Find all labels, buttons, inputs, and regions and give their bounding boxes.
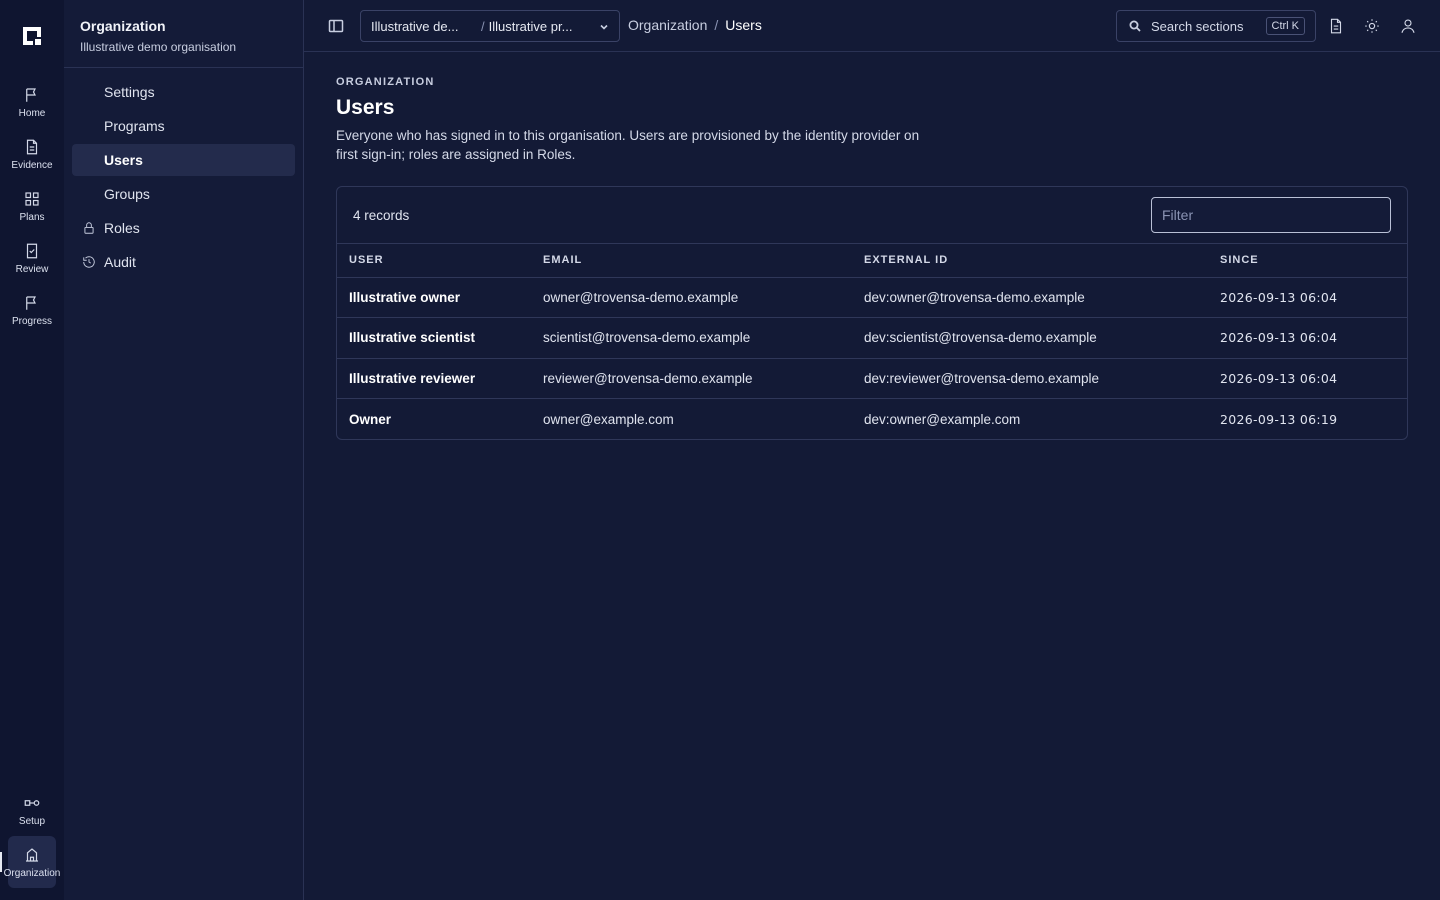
table-row[interactable]: Illustrative owner owner@trovensa-demo.e… — [337, 277, 1407, 318]
sidebar-subtitle: Illustrative demo organisation — [80, 40, 237, 54]
sidebar-item-label: Users — [104, 152, 143, 168]
document-icon — [1330, 18, 1342, 34]
grid-icon — [25, 191, 39, 206]
table-row[interactable]: Illustrative reviewer reviewer@trovensa-… — [337, 358, 1407, 399]
since-cell: 2026-09-13 06:19 — [1220, 411, 1338, 427]
sidebar-item-label: Settings — [104, 84, 155, 100]
sidebar-item-roles[interactable]: Roles — [72, 212, 295, 244]
email-cell: owner@trovensa-demo.example — [531, 277, 852, 318]
main-content: ORGANIZATION Users Everyone who has sign… — [336, 76, 1408, 440]
sidebar-item-label: Audit — [104, 254, 136, 270]
document-icon — [26, 139, 38, 154]
rail-item-label: Evidence — [11, 159, 53, 171]
users-table-card: 4 records USER EMAIL EXTERNAL ID SINCE I… — [336, 186, 1408, 440]
sidebar-item-users[interactable]: Users — [72, 144, 295, 176]
section-sidebar: Organization Illustrative demo organisat… — [64, 0, 304, 900]
breadcrumb-separator: / — [714, 17, 719, 33]
rail-item-plans[interactable]: Plans — [4, 180, 60, 232]
email-cell: owner@example.com — [543, 411, 674, 427]
sidebar-list: Settings Programs Users Groups Roles Aud… — [64, 68, 303, 288]
since-cell: 2026-09-13 06:04 — [1208, 358, 1407, 399]
record-count: 4 records — [353, 207, 410, 223]
account-button[interactable] — [1399, 17, 1417, 35]
sidebar-item-label: Roles — [104, 220, 140, 236]
users-table: USER EMAIL EXTERNAL ID SINCE Illustrativ… — [337, 244, 1407, 439]
filter-input[interactable] — [1151, 197, 1391, 233]
rail-item-label: Organization — [3, 867, 61, 879]
sun-icon — [1365, 19, 1379, 33]
rail-item-label: Review — [15, 263, 49, 275]
search-icon — [1129, 20, 1141, 32]
chevron-down-icon — [600, 24, 608, 30]
user-cell: Illustrative reviewer — [337, 358, 531, 399]
sidebar-item-audit[interactable]: Audit — [72, 246, 295, 278]
breadcrumb: Organization / Users — [628, 17, 762, 33]
setup-icon — [24, 799, 40, 806]
column-header-user[interactable]: USER — [337, 244, 531, 278]
sidebar-item-settings[interactable]: Settings — [72, 76, 295, 108]
sidebar-item-programs[interactable]: Programs — [72, 110, 295, 142]
rail-item-setup[interactable]: Setup — [4, 784, 60, 836]
icon-rail: Home Evidence Plans Review Progress Setu… — [0, 0, 64, 900]
rail-item-label: Setup — [18, 815, 46, 827]
external-id-cell: dev:scientist@trovensa-demo.example — [852, 317, 1208, 359]
building-icon — [26, 847, 38, 862]
sidebar-item-label: Groups — [104, 186, 150, 202]
since-cell: 2026-09-13 06:04 — [1208, 277, 1407, 318]
sidebar-header: Organization Illustrative demo organisat… — [64, 0, 303, 68]
email-cell: scientist@trovensa-demo.example — [531, 317, 852, 359]
app-logo-icon[interactable] — [20, 24, 44, 48]
lock-icon — [84, 222, 94, 234]
context-org: Illustrative de... — [371, 18, 459, 34]
rail-item-label: Progress — [11, 315, 52, 327]
checklist-icon — [26, 243, 38, 258]
column-header-external-id[interactable]: EXTERNAL ID — [852, 244, 1208, 278]
rail-item-label: Home — [18, 107, 46, 119]
user-cell: Illustrative scientist — [337, 317, 531, 359]
context-program: Illustrative pr... — [488, 18, 573, 34]
rail-item-evidence[interactable]: Evidence — [4, 128, 60, 180]
page-title: Users — [336, 96, 395, 119]
external-id-cell: dev:owner@trovensa-demo.example — [852, 277, 1208, 318]
search-shortcut: Ctrl K — [1265, 17, 1305, 35]
history-icon — [83, 256, 95, 268]
user-cell: Illustrative owner — [337, 277, 531, 318]
table-header-row: USER EMAIL EXTERNAL ID SINCE — [337, 244, 1407, 278]
sidebar-title: Organization — [80, 18, 166, 34]
table-toolbar: 4 records — [337, 187, 1407, 244]
search-sections-button[interactable]: Search sections Ctrl K — [1116, 10, 1316, 42]
rail-item-home[interactable]: Home — [4, 76, 60, 128]
table-row[interactable]: Owner owner@example.com dev:owner@exampl… — [337, 399, 1407, 440]
rail-item-review[interactable]: Review — [4, 232, 60, 284]
rail-item-organization[interactable]: Organization — [4, 836, 60, 888]
breadcrumb-organization[interactable]: Organization — [628, 17, 707, 33]
sidebar-item-label: Programs — [104, 118, 165, 134]
column-header-email[interactable]: EMAIL — [531, 244, 852, 278]
active-indicator — [0, 852, 2, 872]
user-icon — [1401, 19, 1415, 33]
external-id-cell: dev:owner@example.com — [864, 411, 1021, 427]
table-row[interactable]: Illustrative scientist scientist@trovens… — [337, 317, 1407, 359]
since-cell: 2026-09-13 06:04 — [1208, 317, 1407, 359]
rail-item-progress[interactable]: Progress — [4, 284, 60, 336]
page-description: Everyone who has signed in to this organ… — [336, 128, 920, 162]
flag-icon — [26, 87, 36, 102]
flag-icon — [26, 295, 36, 310]
context-separator: / — [481, 18, 485, 34]
column-header-since[interactable]: SINCE — [1208, 244, 1407, 278]
context-selector[interactable]: Illustrative de... / Illustrative pr... — [360, 10, 620, 42]
external-id-cell: dev:reviewer@trovensa-demo.example — [852, 358, 1208, 399]
top-bar: Illustrative de... / Illustrative pr... … — [304, 0, 1440, 52]
theme-toggle-button[interactable] — [1363, 17, 1381, 35]
email-cell: reviewer@trovensa-demo.example — [531, 358, 852, 399]
sidebar-item-groups[interactable]: Groups — [72, 178, 295, 210]
rail-item-label: Plans — [19, 211, 45, 223]
search-label: Search sections — [1151, 18, 1244, 34]
sidebar-toggle-button[interactable] — [328, 18, 344, 34]
page-eyebrow: ORGANIZATION — [336, 76, 435, 88]
panel-icon — [328, 19, 344, 33]
user-cell: Owner — [349, 411, 392, 427]
breadcrumb-users: Users — [725, 17, 762, 33]
docs-button[interactable] — [1327, 17, 1345, 35]
